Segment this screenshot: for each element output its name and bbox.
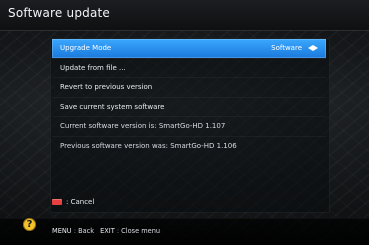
red-button-icon <box>52 199 62 205</box>
footer-key-exit[interactable]: EXIT : Close menu <box>100 227 160 235</box>
menu-item-revert-previous-version[interactable]: Revert to previous version <box>52 77 326 97</box>
cancel-label: : Cancel <box>66 198 95 206</box>
menu-item-update-from-file[interactable]: Update from file ... <box>52 57 326 78</box>
menu-key-label: MENU <box>52 227 72 235</box>
header-bar: Software update <box>0 0 369 31</box>
menu-item-label: Update from file ... <box>60 63 126 72</box>
menu-action-label: Back <box>78 227 95 235</box>
software-update-menu: Upgrade Mode Software Update from file .… <box>52 39 326 155</box>
page-title: Software update <box>8 6 110 20</box>
mode-arrows[interactable] <box>308 45 318 52</box>
menu-item-upgrade-mode[interactable]: Upgrade Mode Software <box>52 39 326 58</box>
upgrade-mode-value[interactable]: Software <box>271 44 318 52</box>
menu-item-label: Revert to previous version <box>60 83 153 92</box>
cancel-hint: : Cancel <box>52 198 94 206</box>
menu-item-label: Save current system software <box>60 102 165 111</box>
exit-key-label: EXIT <box>100 227 115 235</box>
previous-software-version-info: Previous software version was: SmartGo-H… <box>52 135 326 156</box>
exit-action-label: Close menu <box>121 227 161 235</box>
upgrade-mode-selected-value: Software <box>271 44 302 53</box>
footer-key-menu[interactable]: MENU : Back <box>52 227 94 235</box>
menu-item-save-current-system-software[interactable]: Save current system software <box>52 96 326 117</box>
info-label: Previous software version was: SmartGo-H… <box>60 141 237 150</box>
menu-item-label: Upgrade Mode <box>60 44 112 53</box>
current-software-version-info: Current software version is: SmartGo-HD … <box>52 116 326 136</box>
footer-keys: MENU : Back EXIT : Close menu <box>52 227 160 235</box>
info-label: Current software version is: SmartGo-HD … <box>60 122 226 131</box>
right-arrow-icon[interactable] <box>313 45 318 52</box>
help-icon[interactable]: ? <box>23 218 36 231</box>
